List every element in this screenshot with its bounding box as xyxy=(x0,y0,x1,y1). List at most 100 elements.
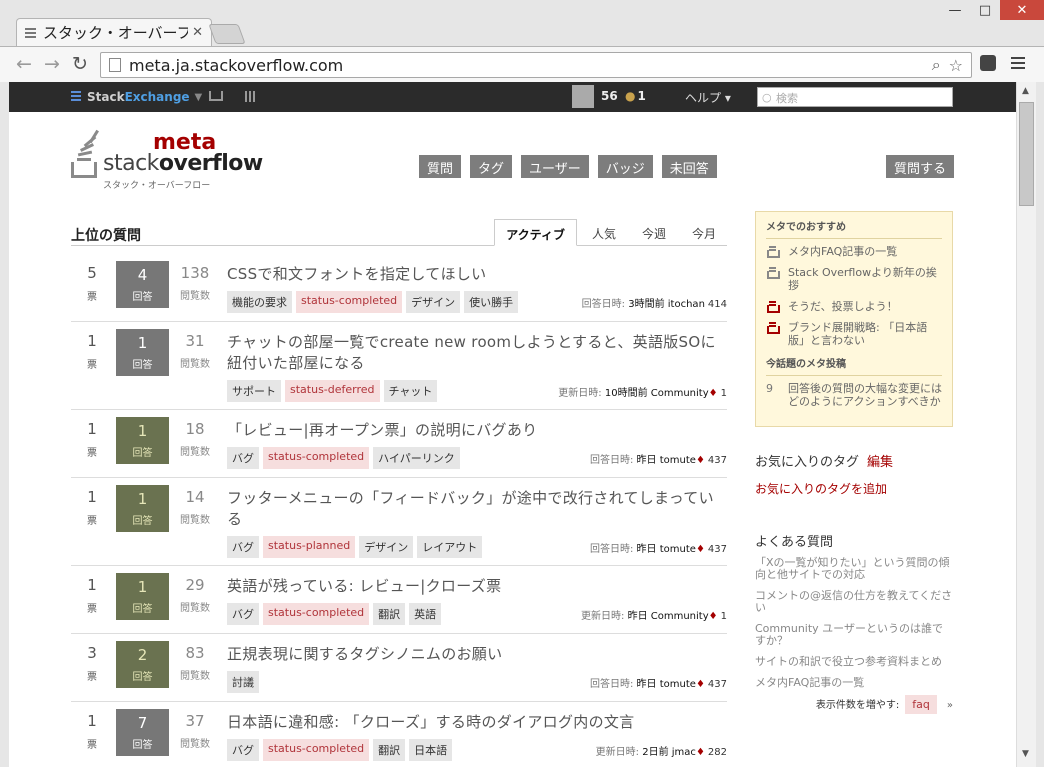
vertical-scrollbar[interactable]: ▲ ▼ xyxy=(1016,82,1036,767)
activity-user[interactable]: itochan xyxy=(668,299,705,310)
achievements-icon[interactable] xyxy=(245,91,257,102)
tag[interactable]: status-completed xyxy=(263,739,370,761)
activity-time[interactable]: 昨日 xyxy=(637,679,657,690)
tag[interactable]: バグ xyxy=(227,603,259,625)
featured-item[interactable]: そうだ、投票しよう！ xyxy=(766,300,942,313)
site-logo[interactable]: meta stackoverflow スタック・オーバーフロー xyxy=(71,128,263,191)
tag[interactable]: status-planned xyxy=(263,536,356,558)
activity-time[interactable]: 10時間前 xyxy=(605,388,648,399)
tag[interactable]: status-completed xyxy=(263,447,370,469)
tab-close-icon[interactable]: ✕ xyxy=(192,25,203,40)
stackexchange-menu[interactable]: Stack Exchange ▼ xyxy=(71,90,202,104)
reputation-count[interactable]: 56 xyxy=(601,89,618,103)
scroll-down-icon[interactable]: ▼ xyxy=(1022,749,1029,759)
help-menu[interactable]: ヘルプ ▾ xyxy=(685,89,731,106)
badge-count[interactable]: ● 1 xyxy=(625,89,646,103)
tag[interactable]: 討議 xyxy=(227,671,259,693)
faq-link[interactable]: サイトの和訳で役立つ参考資料まとめ xyxy=(755,656,953,668)
scroll-up-icon[interactable]: ▲ xyxy=(1022,86,1029,96)
question-title[interactable]: 「レビュー|再オープン票」の説明にバグあり xyxy=(227,420,727,441)
activity-time[interactable]: 3時間前 xyxy=(628,299,664,310)
question-title[interactable]: 正規表現に関するタグシノニムのお願い xyxy=(227,644,727,665)
forward-arrow-icon[interactable]: → xyxy=(44,53,60,75)
tag[interactable]: 機能の要求 xyxy=(227,291,292,313)
tag[interactable]: 使い勝手 xyxy=(464,291,519,313)
nav-unanswered[interactable]: 未回答 xyxy=(661,155,717,178)
tag[interactable]: 英語 xyxy=(409,603,442,625)
nav-users[interactable]: ユーザー xyxy=(521,155,589,178)
tag[interactable]: デザイン xyxy=(406,291,461,313)
tag[interactable]: バグ xyxy=(227,536,259,558)
activity-time[interactable]: 昨日 xyxy=(637,544,657,555)
scroll-thumb[interactable] xyxy=(1019,102,1034,206)
tab-active[interactable]: アクティブ xyxy=(494,219,577,246)
url-text[interactable]: meta.ja.stackoverflow.com xyxy=(129,56,932,75)
extension-icon[interactable] xyxy=(980,55,996,71)
faq-more-arrow[interactable]: » xyxy=(947,700,953,711)
favorite-tags-edit-link[interactable]: 編集 xyxy=(867,455,893,470)
activity-user[interactable]: tomute xyxy=(660,544,696,555)
hot-meta-link[interactable]: 回答後の質問の大幅な変更にはどのようにアクションすべきか xyxy=(788,382,942,408)
address-bar[interactable]: meta.ja.stackoverflow.com ⌕ ☆ xyxy=(100,52,972,78)
bookmark-star-icon[interactable]: ☆ xyxy=(949,56,963,75)
new-tab-button[interactable] xyxy=(208,24,246,44)
tag[interactable]: status-completed xyxy=(296,291,403,313)
tab-month[interactable]: 今月 xyxy=(681,219,727,246)
activity-user[interactable]: jmac xyxy=(672,747,696,758)
question-title[interactable]: 英語が残っている: レビュー|クローズ票 xyxy=(227,576,727,597)
featured-item[interactable]: ブランド展開戦略: 「日本語版」と言わない xyxy=(766,321,942,347)
activity-time[interactable]: 昨日 xyxy=(637,455,657,466)
tag[interactable]: バグ xyxy=(227,739,259,761)
question-title[interactable]: フッターメニューの「フィードバック」が途中で改行されてしまっている xyxy=(227,488,727,530)
activity-user[interactable]: tomute xyxy=(660,455,696,466)
faq-tag[interactable]: faq xyxy=(905,695,937,714)
activity-user[interactable]: Community xyxy=(651,611,709,622)
hot-meta-item[interactable]: 9 回答後の質問の大幅な変更にはどのようにアクションすべきか xyxy=(766,382,942,408)
featured-item-link[interactable]: メタ内FAQ記事の一覧 xyxy=(788,245,897,258)
browser-tab[interactable]: スタック・オーバーフロ ✕ xyxy=(16,18,212,46)
nav-badges[interactable]: バッジ xyxy=(597,155,653,178)
activity-time[interactable]: 昨日 xyxy=(628,611,648,622)
tag[interactable]: 翻訳 xyxy=(373,739,406,761)
reload-icon[interactable]: ↻ xyxy=(72,53,88,75)
tag[interactable]: status-deferred xyxy=(285,380,380,402)
tag[interactable]: チャット xyxy=(383,380,438,402)
activity-user[interactable]: tomute xyxy=(660,679,696,690)
featured-item[interactable]: メタ内FAQ記事の一覧 xyxy=(766,245,942,258)
nav-tags[interactable]: タグ xyxy=(470,155,513,178)
maximize-button[interactable]: □ xyxy=(970,0,1000,20)
tag[interactable]: ハイパーリンク xyxy=(373,447,460,469)
featured-item-link[interactable]: ブランド展開戦略: 「日本語版」と言わない xyxy=(788,321,942,347)
tag[interactable]: status-completed xyxy=(263,603,370,625)
tag[interactable]: デザイン xyxy=(359,536,414,558)
inbox-icon[interactable] xyxy=(209,91,223,101)
featured-item-link[interactable]: そうだ、投票しよう！ xyxy=(788,300,898,313)
back-arrow-icon[interactable]: ← xyxy=(16,53,32,75)
tag[interactable]: バグ xyxy=(227,447,259,469)
ask-question-button[interactable]: 質問する xyxy=(886,155,955,178)
nav-questions[interactable]: 質問 xyxy=(419,155,462,178)
faq-link[interactable]: メタ内FAQ記事の一覧 xyxy=(755,677,953,689)
search-input[interactable]: ○ 検索 xyxy=(757,87,953,107)
tag[interactable]: 翻訳 xyxy=(373,603,406,625)
question-title[interactable]: チャットの部屋一覧でcreate new roomしようとすると、英語版SOに紐… xyxy=(227,332,727,374)
tag[interactable]: レイアウト xyxy=(417,536,483,558)
tab-hot[interactable]: 人気 xyxy=(581,219,627,246)
minimize-button[interactable]: — xyxy=(940,0,970,20)
close-window-button[interactable]: ✕ xyxy=(1000,0,1044,20)
faq-link[interactable]: コメントの@返信の仕方を教えてください xyxy=(755,590,953,614)
browser-menu-icon[interactable] xyxy=(1011,57,1025,72)
zoom-icon[interactable]: ⌕ xyxy=(932,55,941,75)
question-title[interactable]: 日本語に違和感: 「クローズ」する時のダイアログ内の文言 xyxy=(227,712,727,733)
tab-week[interactable]: 今週 xyxy=(631,219,677,246)
tag[interactable]: サポート xyxy=(227,380,281,402)
faq-link[interactable]: Community ユーザーというのは誰ですか？ xyxy=(755,623,953,647)
activity-user[interactable]: Community xyxy=(651,388,709,399)
faq-link[interactable]: 「Xの一覧が知りたい」という質問の傾向と他サイトでの対応 xyxy=(755,557,953,581)
question-title[interactable]: CSSで和文フォントを指定してほしい xyxy=(227,264,727,285)
tag[interactable]: 日本語 xyxy=(409,739,453,761)
avatar[interactable] xyxy=(572,85,594,108)
featured-item-link[interactable]: Stack Overflowより新年の挨拶 xyxy=(788,266,942,292)
activity-time[interactable]: 2日前 xyxy=(642,747,668,758)
add-favorite-tag-link[interactable]: お気に入りのタグを追加 xyxy=(755,480,953,497)
